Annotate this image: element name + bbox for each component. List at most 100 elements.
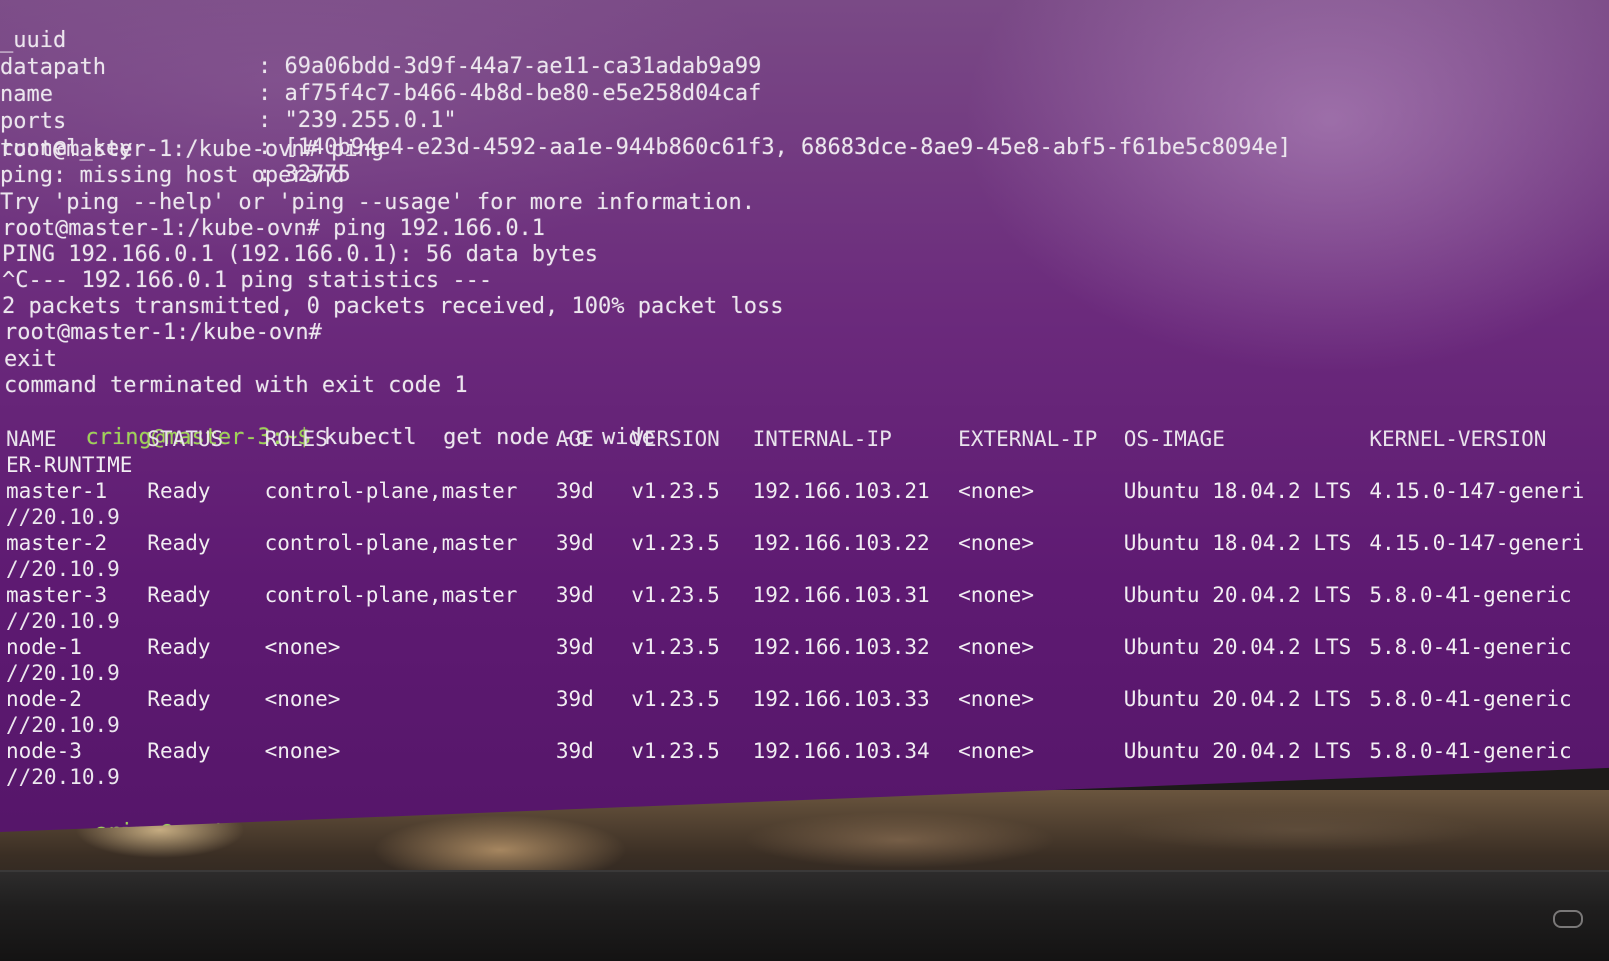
- field-value: : [140b94e4-e23d-4592-aa1e-944b860c61f3,…: [258, 135, 1292, 160]
- cell-wrap: //20.10.9: [6, 713, 120, 737]
- cell-wrap: //20.10.9: [6, 661, 120, 685]
- table-header-row: NAME STATUS ROLES AGE VERSION INTERNAL-I…: [6, 426, 1609, 452]
- cell-wrap: //20.10.9: [6, 765, 120, 789]
- cell-version: v1.23.5: [631, 635, 720, 659]
- cell-roles: control-plane,master: [264, 583, 518, 607]
- cell-version: v1.23.5: [631, 687, 720, 711]
- cell-wrap: //20.10.9: [6, 557, 120, 581]
- field-value: : af75f4c7-b466-4b8d-be80-e5e258d04caf: [258, 81, 762, 106]
- cell-age: 39d: [555, 635, 594, 659]
- cell-age: 39d: [555, 531, 594, 555]
- terminal-line: 2 packets transmitted, 0 packets receive…: [2, 294, 784, 319]
- table-row: node-2 Ready <none> 39d v1.23.5 192.166.…: [6, 686, 1609, 712]
- final-prompt-line[interactable]: cring@master-3:~$: [14, 794, 337, 845]
- cell-internal-ip: 192.166.103.33: [752, 687, 930, 711]
- col-header-name: NAME: [6, 427, 57, 451]
- cell-wrap: //20.10.9: [6, 505, 120, 529]
- cell-os-image: Ubuntu 18.04.2 LTS: [1123, 531, 1352, 555]
- cell-status: Ready: [147, 739, 211, 763]
- header-wrap-text: ER-RUNTIME: [6, 453, 133, 477]
- terminal-line: root@master-1:/kube-ovn#: [4, 320, 322, 345]
- table-row-wrap: //20.10.9: [6, 504, 1609, 530]
- cell-internal-ip: 192.166.103.34: [752, 739, 930, 763]
- cell-name: node-2: [6, 687, 82, 711]
- table-row-wrap: //20.10.9: [6, 660, 1609, 686]
- cell-internal-ip: 192.166.103.31: [752, 583, 930, 607]
- cell-internal-ip: 192.166.103.22: [752, 531, 930, 555]
- terminal-line: ping: missing host operand: [0, 163, 345, 188]
- table-row: node-1 Ready <none> 39d v1.23.5 192.166.…: [6, 634, 1609, 660]
- cell-name: node-1: [6, 635, 82, 659]
- field-value: : "239.255.0.1": [258, 108, 457, 133]
- col-header-version: VERSION: [631, 427, 720, 451]
- cell-external-ip: <none>: [958, 635, 1035, 659]
- table-row: master-1 Ready control-plane,master 39d …: [6, 478, 1609, 504]
- cell-internal-ip: 192.166.103.21: [752, 479, 930, 503]
- cell-status: Ready: [147, 479, 211, 503]
- terminal-line: ^C--- 192.166.0.1 ping statistics ---: [2, 268, 493, 293]
- terminal-window[interactable]: _uuid : 69a06bdd-3d9f-44a7-ae11-ca31adab…: [0, 0, 1609, 832]
- cell-age: 39d: [555, 687, 594, 711]
- cell-name: master-1: [6, 479, 108, 503]
- table-row-wrap: //20.10.9: [6, 764, 1609, 790]
- cell-kernel: 5.8.0-41-generic: [1369, 635, 1572, 659]
- table-row-wrap: //20.10.9: [6, 556, 1609, 582]
- cell-name: master-3: [6, 583, 108, 607]
- cell-os-image: Ubuntu 18.04.2 LTS: [1123, 479, 1352, 503]
- cell-version: v1.23.5: [631, 583, 720, 607]
- table-row: master-3 Ready control-plane,master 39d …: [6, 582, 1609, 608]
- table-row-wrap: //20.10.9: [6, 608, 1609, 634]
- terminal-line: root@master-1:/kube-ovn# ping: [0, 137, 385, 162]
- terminal-line: command terminated with exit code 1: [4, 373, 468, 398]
- terminal-line: root@master-1:/kube-ovn# ping 192.166.0.…: [2, 216, 546, 241]
- text-cursor[interactable]: [322, 820, 337, 832]
- node-table: NAME STATUS ROLES AGE VERSION INTERNAL-I…: [6, 426, 1609, 790]
- col-header-roles: ROLES: [264, 427, 328, 451]
- cell-roles: control-plane,master: [264, 479, 518, 503]
- cell-kernel: 5.8.0-41-generic: [1369, 739, 1572, 763]
- cell-external-ip: <none>: [958, 479, 1035, 503]
- cell-wrap: //20.10.9: [6, 609, 120, 633]
- terminal-line: Try 'ping --help' or 'ping --usage' for …: [0, 190, 755, 215]
- cell-age: 39d: [555, 479, 594, 503]
- monitor-bezel: [0, 870, 1609, 961]
- cell-age: 39d: [555, 583, 594, 607]
- cell-roles: <none>: [264, 739, 341, 763]
- cell-internal-ip: 192.166.103.32: [752, 635, 930, 659]
- cell-version: v1.23.5: [631, 739, 720, 763]
- monitor-logo-icon: [1553, 910, 1583, 928]
- col-header-status: STATUS: [147, 427, 224, 451]
- field-value: : 69a06bdd-3d9f-44a7-ae11-ca31adab9a99: [258, 54, 762, 79]
- cell-os-image: Ubuntu 20.04.2 LTS: [1123, 635, 1352, 659]
- cell-name: node-3: [6, 739, 82, 763]
- cell-external-ip: <none>: [958, 739, 1035, 763]
- cell-version: v1.23.5: [631, 479, 720, 503]
- table-row: master-2 Ready control-plane,master 39d …: [6, 530, 1609, 556]
- cell-status: Ready: [147, 583, 211, 607]
- cell-name: master-2: [6, 531, 108, 555]
- col-header-kernel-version: KERNEL-VERSION: [1369, 427, 1547, 451]
- cell-kernel: 4.15.0-147-generi: [1369, 531, 1585, 555]
- table-header-wrap-row: ER-RUNTIME: [6, 452, 1609, 478]
- cell-roles: <none>: [264, 635, 341, 659]
- table-row: node-3 Ready <none> 39d v1.23.5 192.166.…: [6, 738, 1609, 764]
- cell-kernel: 5.8.0-41-generic: [1369, 583, 1572, 607]
- terminal-line: PING 192.166.0.1 (192.166.0.1): 56 data …: [2, 242, 599, 267]
- shell-prompt: cring@master-3:~$: [93, 820, 319, 845]
- table-row-wrap: //20.10.9: [6, 712, 1609, 738]
- col-header-os-image: OS-IMAGE: [1123, 427, 1225, 451]
- terminal-line: exit: [4, 347, 57, 372]
- col-header-internal-ip: INTERNAL-IP: [752, 427, 892, 451]
- cell-roles: <none>: [264, 687, 341, 711]
- cell-status: Ready: [147, 635, 211, 659]
- cell-status: Ready: [147, 687, 211, 711]
- cell-status: Ready: [147, 531, 211, 555]
- col-header-external-ip: EXTERNAL-IP: [958, 427, 1098, 451]
- cell-os-image: Ubuntu 20.04.2 LTS: [1123, 739, 1352, 763]
- cell-os-image: Ubuntu 20.04.2 LTS: [1123, 687, 1352, 711]
- cell-os-image: Ubuntu 20.04.2 LTS: [1123, 583, 1352, 607]
- cell-version: v1.23.5: [631, 531, 720, 555]
- cell-roles: control-plane,master: [264, 531, 518, 555]
- cell-external-ip: <none>: [958, 531, 1035, 555]
- cell-external-ip: <none>: [958, 687, 1035, 711]
